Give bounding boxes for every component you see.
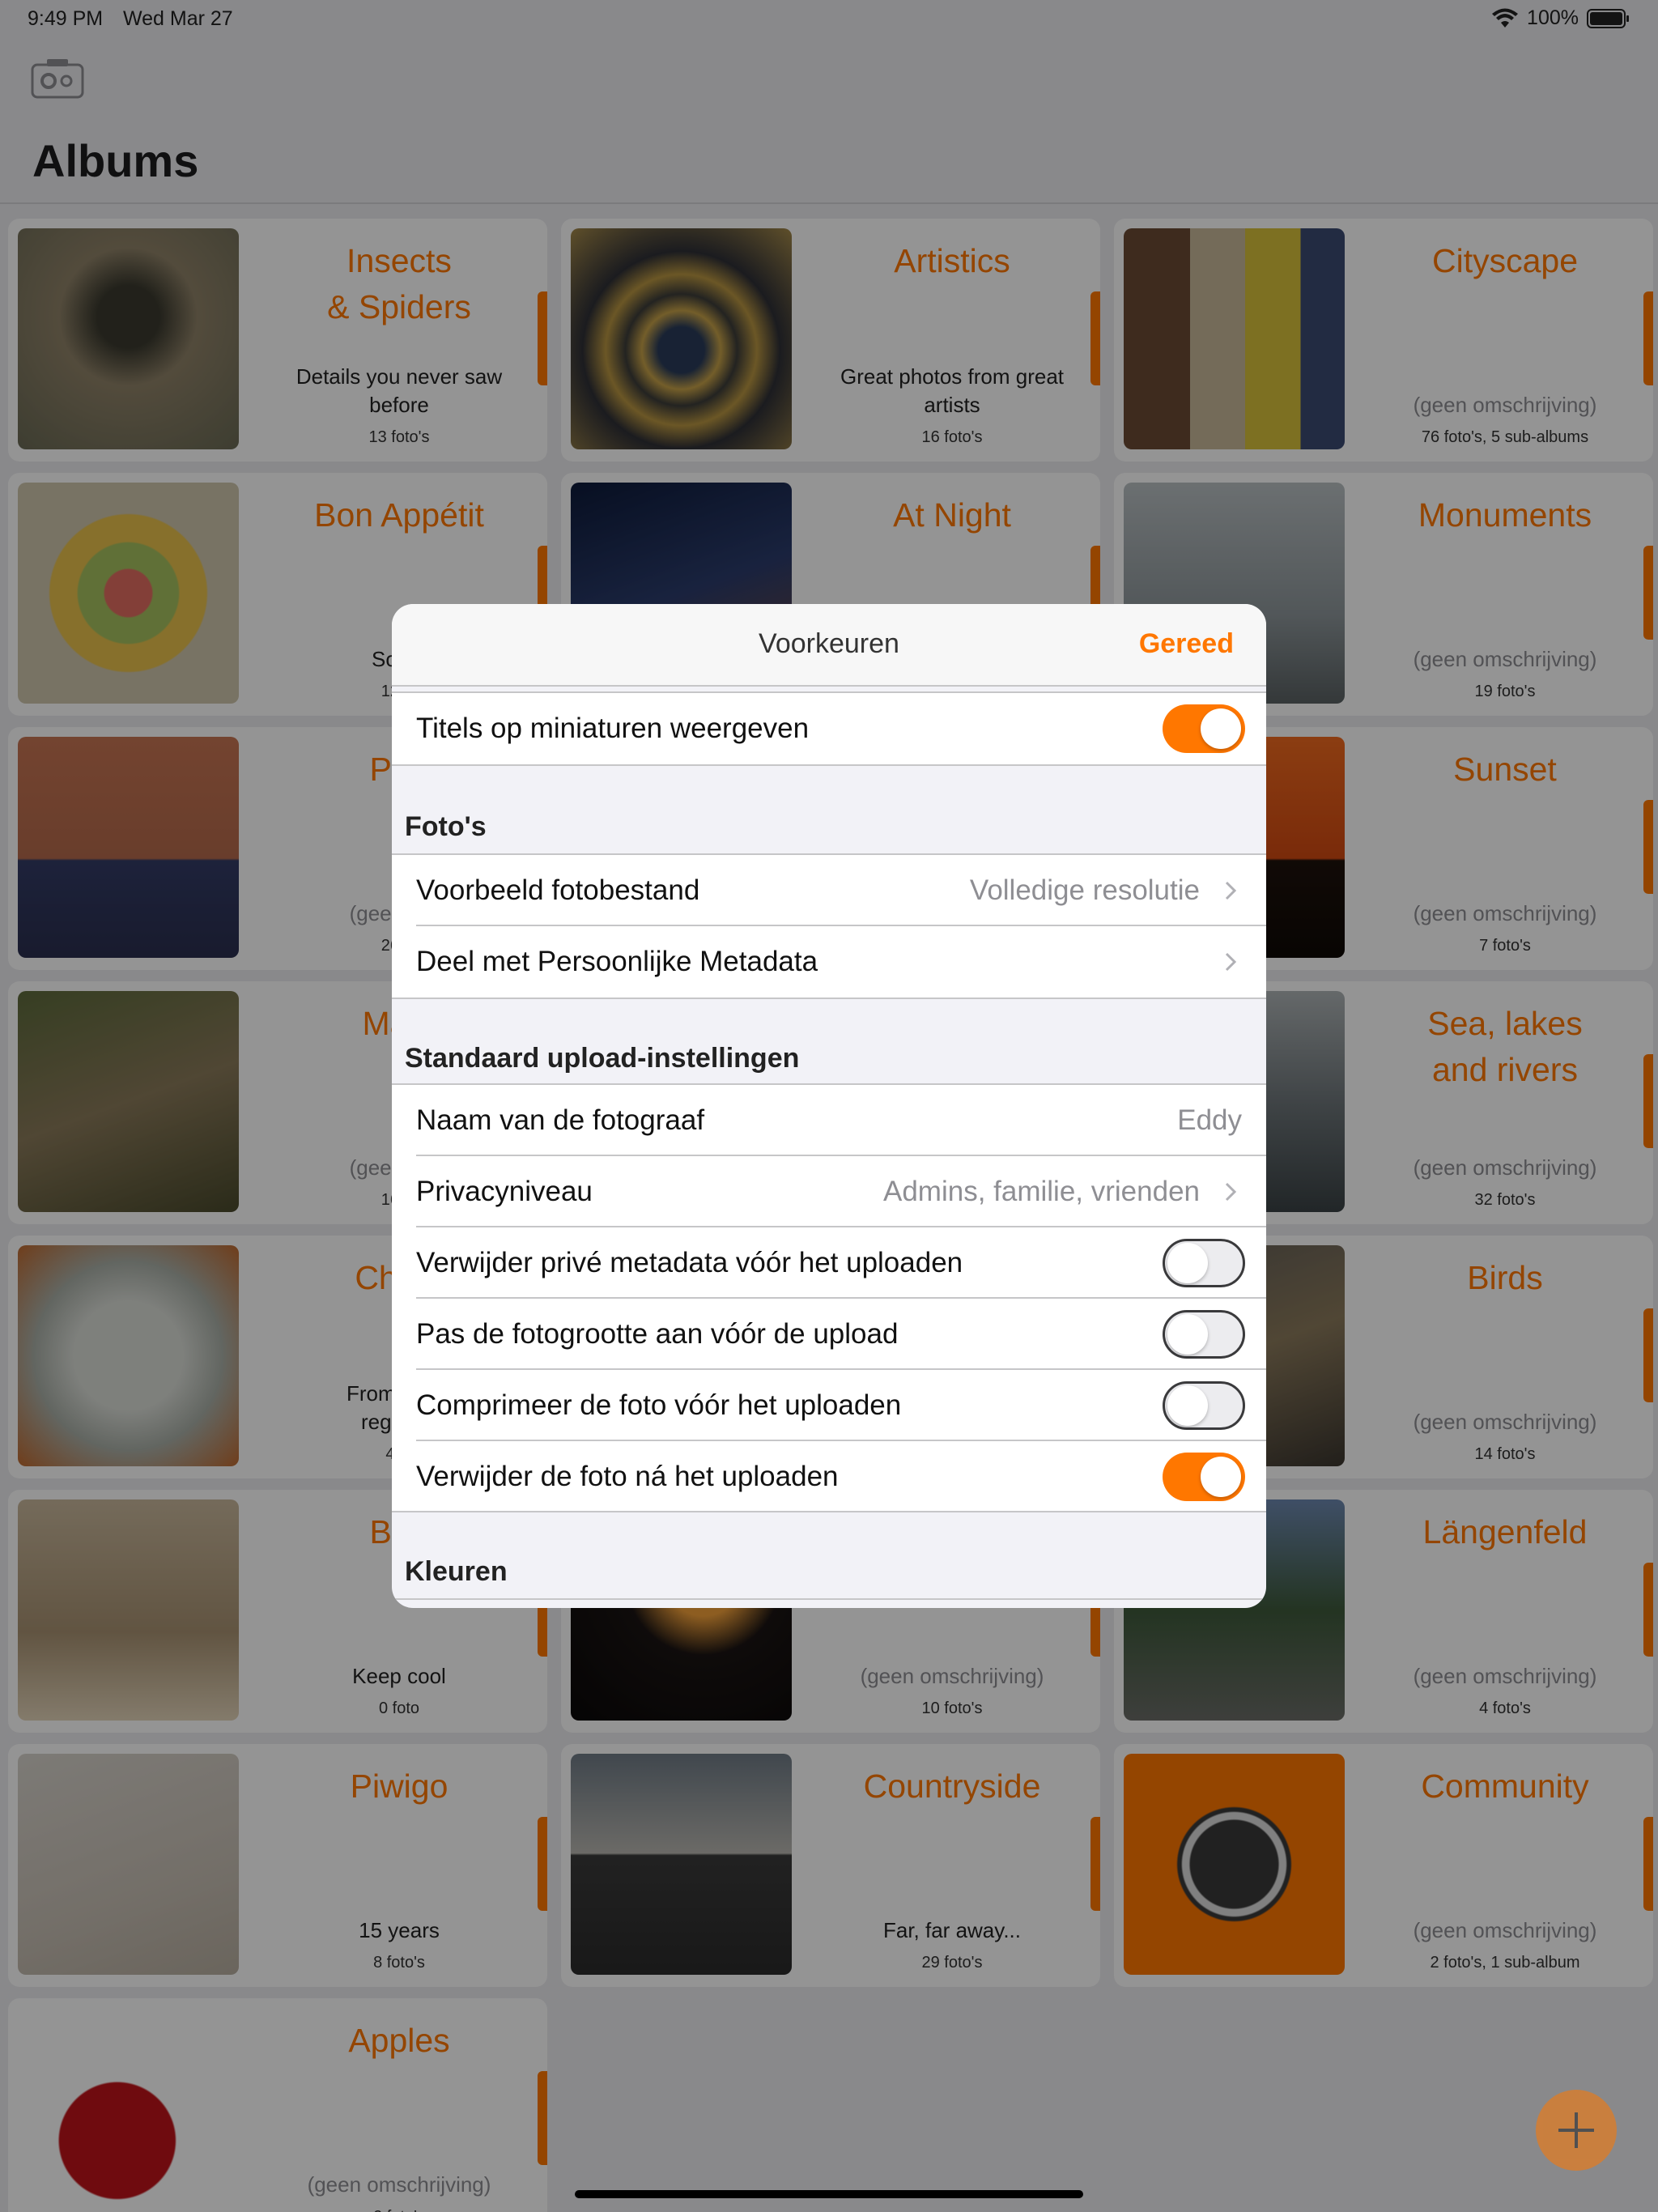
row-privacy[interactable]: Privacyniveau Admins, familie, vrienden — [392, 1156, 1266, 1227]
row-label: Deel met Persoonlijke Metadata — [416, 946, 818, 977]
section-header-photos: Foto's — [405, 811, 487, 842]
row-label: Voorbeeld fotobestand — [416, 874, 700, 906]
row-resize[interactable]: Pas de fotogrootte aan vóór de upload — [392, 1299, 1266, 1370]
row-titles-on-thumbnails[interactable]: Titels op miniaturen weergeven — [392, 693, 1266, 764]
divider — [392, 998, 1266, 999]
row-photographer[interactable]: Naam van de fotograaf Eddy — [392, 1085, 1266, 1156]
preferences-modal: Voorkeuren Gereed Titels op miniaturen w… — [392, 604, 1266, 1608]
row-value: Eddy — [1177, 1104, 1242, 1136]
section-header-upload: Standaard upload-instellingen — [405, 1043, 800, 1074]
row-label: Verwijder de foto ná het uploaden — [416, 1461, 839, 1492]
row-label: Pas de fotogrootte aan vóór de upload — [416, 1318, 899, 1350]
row-delete-after-upload[interactable]: Verwijder de foto ná het uploaden — [392, 1441, 1266, 1512]
delete-after-upload-toggle[interactable] — [1163, 1453, 1245, 1501]
row-preview-file[interactable]: Voorbeeld fotobestand Volledige resoluti… — [392, 855, 1266, 926]
modal-title: Voorkeuren — [759, 628, 899, 659]
row-strip-metadata[interactable]: Verwijder privé metadata vóór het upload… — [392, 1227, 1266, 1299]
add-album-button[interactable] — [1536, 2090, 1617, 2171]
section-header-colors: Kleuren — [405, 1556, 508, 1587]
strip-metadata-toggle[interactable] — [1163, 1239, 1245, 1287]
row-label: Naam van de fotograaf — [416, 1104, 705, 1136]
resize-toggle[interactable] — [1163, 1310, 1245, 1359]
row-value: Admins, familie, vrienden — [883, 1176, 1200, 1207]
divider — [392, 1511, 1266, 1512]
row-label: Comprimeer de foto vóór het uploaden — [416, 1389, 902, 1421]
row-label: Privacyniveau — [416, 1176, 593, 1207]
divider — [392, 1598, 1266, 1600]
home-indicator — [575, 2190, 1083, 2198]
divider — [392, 764, 1266, 766]
divider — [392, 685, 1266, 687]
compress-toggle[interactable] — [1163, 1381, 1245, 1430]
chevron-right-icon — [1225, 881, 1237, 900]
titles-on-thumbnails-toggle[interactable] — [1163, 704, 1245, 753]
row-share-metadata[interactable]: Deel met Persoonlijke Metadata — [392, 926, 1266, 998]
divider — [392, 691, 1266, 693]
row-label: Verwijder privé metadata vóór het upload… — [416, 1247, 963, 1278]
chevron-right-icon — [1225, 1182, 1237, 1202]
modal-header: Voorkeuren Gereed — [392, 604, 1266, 685]
chevron-right-icon — [1225, 952, 1237, 972]
row-label: Titels op miniaturen weergeven — [416, 713, 810, 744]
done-button[interactable]: Gereed — [1139, 628, 1234, 660]
row-value: Volledige resolutie — [969, 874, 1200, 906]
row-compress[interactable]: Comprimeer de foto vóór het uploaden — [392, 1370, 1266, 1441]
